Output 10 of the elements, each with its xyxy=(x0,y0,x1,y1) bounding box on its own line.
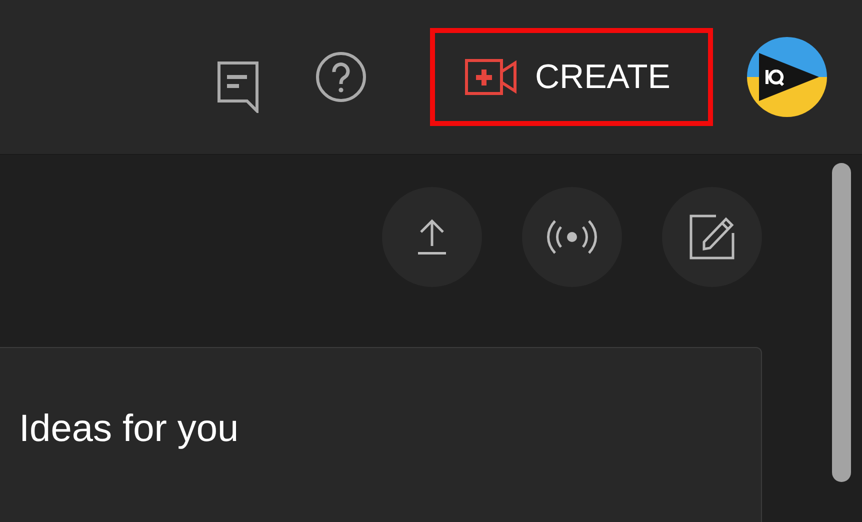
help-icon[interactable] xyxy=(315,51,367,103)
feedback-icon[interactable] xyxy=(217,61,259,113)
scrollbar[interactable] xyxy=(832,163,851,482)
upload-icon xyxy=(416,218,448,256)
video-plus-icon xyxy=(465,59,517,95)
create-button[interactable]: CREATE xyxy=(430,28,713,126)
card-title: Ideas for you xyxy=(19,408,239,451)
avatar-icon[interactable] xyxy=(747,37,827,117)
edit-icon xyxy=(688,213,736,261)
broadcast-icon xyxy=(545,219,599,255)
